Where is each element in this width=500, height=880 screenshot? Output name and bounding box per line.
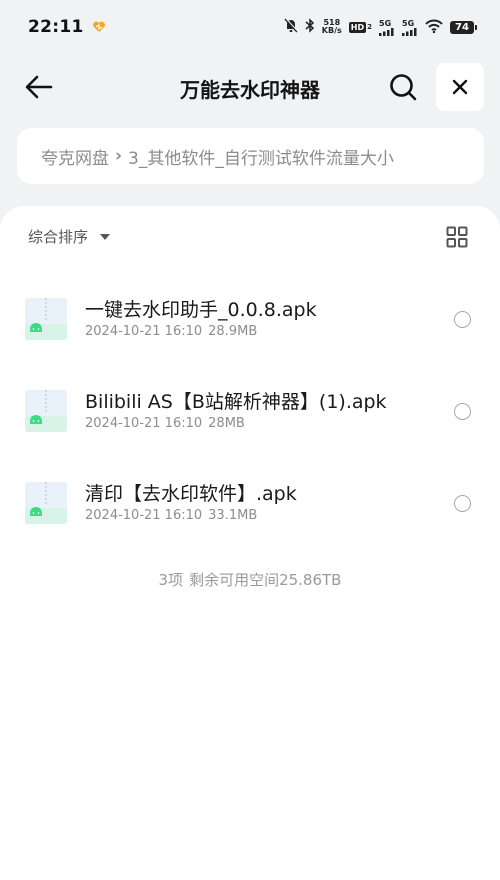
sort-label: 综合排序 (28, 228, 89, 246)
free-space: 剩余可用空间25.86TB (189, 571, 342, 589)
file-row[interactable]: 清印【去水印软件】.apk 2024-10-21 16:10 33.1MB (0, 454, 500, 534)
status-bar: 22:11 518 KB/s HD 2 5G 5G 74 (0, 0, 500, 54)
apk-file-icon (25, 298, 67, 340)
close-icon (452, 79, 468, 95)
grid-view-icon (446, 226, 468, 248)
breadcrumb: 夸克网盘 › 3_其他软件_自行测试软件流量大小 (17, 128, 484, 184)
file-date: 2024-10-21 16:10 (85, 508, 203, 523)
grid-view-button[interactable] (446, 226, 468, 248)
battery-indicator: 74 (450, 20, 477, 34)
file-list-panel: 综合排序 一键去水印助手_0.0.8.apk 2024-10-21 16:10 2… (0, 206, 500, 880)
clock: 22:11 (28, 17, 84, 37)
breadcrumb-current[interactable]: 3_其他软件_自行测试软件流量大小 (128, 144, 394, 169)
apk-file-icon (25, 482, 67, 524)
mute-bell-icon (284, 17, 299, 37)
search-icon (390, 74, 417, 101)
file-row[interactable]: 一键去水印助手_0.0.8.apk 2024-10-21 16:10 28.9MB (0, 270, 500, 350)
file-size: 28MB (208, 416, 245, 431)
item-count: 3项 (158, 571, 184, 589)
bluetooth-icon (305, 17, 315, 37)
file-name: 一键去水印助手_0.0.8.apk (85, 299, 317, 321)
file-size: 33.1MB (208, 508, 258, 523)
cellular-signal-2: 5G (402, 19, 418, 36)
sort-dropdown[interactable]: 综合排序 (28, 226, 111, 247)
file-row[interactable]: Bilibili AS【B站解析神器】(1).apk 2024-10-21 16… (0, 362, 500, 442)
status-right: 518 KB/s HD 2 5G 5G 74 (284, 17, 477, 37)
hd-badge: HD 2 (348, 21, 372, 33)
storage-summary: 3项 剩余可用空间25.86TB (0, 569, 500, 590)
file-meta: 2024-10-21 16:10 28.9MB (85, 324, 257, 339)
select-radio[interactable] (454, 495, 471, 512)
file-name: 清印【去水印软件】.apk (85, 483, 297, 505)
signal-bars-icon (402, 27, 417, 36)
file-meta: 2024-10-21 16:10 33.1MB (85, 508, 257, 523)
apk-file-icon (25, 390, 67, 432)
file-date: 2024-10-21 16:10 (85, 416, 203, 431)
file-meta: 2024-10-21 16:10 28MB (85, 416, 245, 431)
status-left: 22:11 (28, 17, 106, 37)
search-button[interactable] (386, 70, 420, 104)
select-radio[interactable] (454, 311, 471, 328)
file-size: 28.9MB (208, 324, 258, 339)
signal-bars-icon (379, 27, 394, 36)
heart-icon (92, 18, 106, 37)
header: 万能去水印神器 (0, 62, 500, 112)
cellular-signal-1: 5G (379, 19, 395, 36)
breadcrumb-root[interactable]: 夸克网盘 (41, 144, 109, 169)
chevron-right-icon: › (115, 146, 123, 166)
caret-down-icon (100, 233, 111, 240)
file-name: Bilibili AS【B站解析神器】(1).apk (85, 391, 387, 413)
network-speed: 518 KB/s (321, 18, 342, 35)
file-date: 2024-10-21 16:10 (85, 324, 203, 339)
wifi-icon (425, 18, 443, 37)
page-title: 万能去水印神器 (180, 78, 320, 102)
close-button[interactable] (436, 63, 484, 111)
select-radio[interactable] (454, 403, 471, 420)
